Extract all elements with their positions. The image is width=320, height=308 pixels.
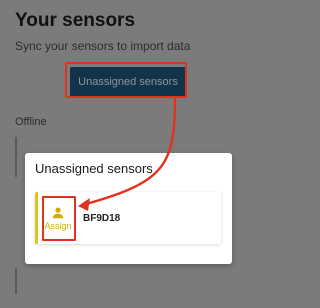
offline-sensor-card-lower <box>15 268 247 294</box>
unassigned-sensors-dialog: Unassigned sensors Assign BF9D18 <box>25 153 232 264</box>
dialog-title: Unassigned sensors <box>35 161 153 176</box>
assign-button[interactable]: Assign <box>44 199 72 237</box>
page-title: Your sensors <box>15 10 136 31</box>
offline-section-label: Offline <box>15 116 47 128</box>
sensor-accent-bar <box>35 192 38 244</box>
unassigned-sensors-button[interactable]: Unassigned sensors <box>70 67 186 97</box>
sensor-list-item: Assign BF9D18 <box>35 192 221 244</box>
assign-label: Assign <box>44 220 72 231</box>
sensor-id: BF9D18 <box>83 213 121 224</box>
app-screen: Your sensors Sync your sensors to import… <box>0 0 256 308</box>
page-subtitle: Sync your sensors to import data <box>15 39 191 53</box>
person-icon <box>52 206 64 218</box>
